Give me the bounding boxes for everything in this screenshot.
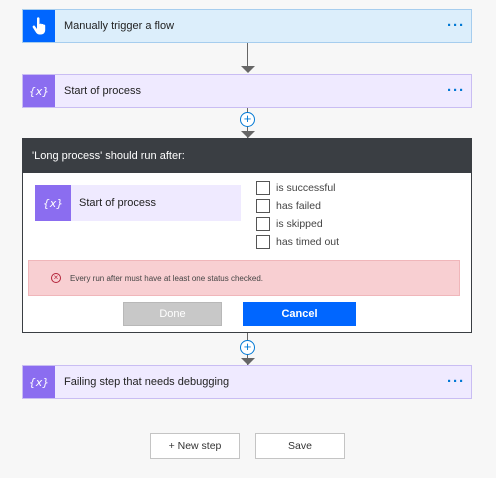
run-after-dialog: 'Long process' should run after: {x} Sta… bbox=[22, 138, 472, 333]
checkbox-box[interactable] bbox=[256, 199, 270, 213]
failing-step-more-menu-button[interactable]: ··· bbox=[441, 374, 471, 389]
has-failed-checkbox[interactable]: has failed bbox=[256, 197, 339, 215]
variable-braces-icon: {x} bbox=[23, 366, 55, 398]
error-message: Every run after must have at least one s… bbox=[70, 273, 263, 283]
reference-step-card: {x} Start of process bbox=[35, 185, 241, 221]
checkbox-label: is skipped bbox=[276, 218, 323, 230]
variable-braces-icon: {x} bbox=[23, 75, 55, 107]
failing-step-card[interactable]: {x} Failing step that needs debugging ··… bbox=[22, 365, 472, 399]
svg-text:{x}: {x} bbox=[30, 85, 48, 98]
trigger-card[interactable]: Manually trigger a flow ··· bbox=[22, 9, 472, 43]
svg-text:{x}: {x} bbox=[30, 376, 48, 389]
is-successful-checkbox[interactable]: is successful bbox=[256, 179, 339, 197]
insert-step-button[interactable]: + bbox=[240, 112, 255, 127]
start-of-process-card[interactable]: {x} Start of process ··· bbox=[22, 74, 472, 108]
trigger-more-menu-button[interactable]: ··· bbox=[441, 18, 471, 33]
checkbox-box[interactable] bbox=[256, 181, 270, 195]
arrow-down-icon bbox=[241, 358, 255, 365]
arrow-down-icon bbox=[241, 131, 255, 138]
checkbox-box[interactable] bbox=[256, 217, 270, 231]
save-button[interactable]: Save bbox=[255, 433, 345, 459]
svg-text:{x}: {x} bbox=[44, 197, 62, 210]
checkbox-box[interactable] bbox=[256, 235, 270, 249]
error-circle-x-icon: × bbox=[51, 273, 61, 283]
trigger-label: Manually trigger a flow bbox=[64, 20, 175, 32]
checkbox-label: has timed out bbox=[276, 236, 340, 248]
variable-braces-icon: {x} bbox=[35, 185, 71, 221]
checkbox-label: has failed bbox=[276, 200, 321, 212]
is-skipped-checkbox[interactable]: is skipped bbox=[256, 215, 339, 233]
hand-pointer-icon bbox=[23, 10, 55, 42]
reference-step-label: Start of process bbox=[79, 197, 157, 209]
validation-error-banner: × Every run after must have at least one… bbox=[28, 260, 460, 296]
dialog-title: 'Long process' should run after: bbox=[23, 139, 471, 173]
cancel-button[interactable]: Cancel bbox=[243, 302, 356, 326]
new-step-button[interactable]: + New step bbox=[150, 433, 240, 459]
has-timed-out-checkbox[interactable]: has timed out bbox=[256, 233, 339, 251]
done-button[interactable]: Done bbox=[123, 302, 222, 326]
insert-step-button[interactable]: + bbox=[240, 340, 255, 355]
status-checkbox-list: is successful has failed is skipped has … bbox=[256, 179, 339, 251]
failing-step-label: Failing step that needs debugging bbox=[64, 376, 230, 388]
start-of-process-more-menu-button[interactable]: ··· bbox=[441, 83, 471, 98]
checkbox-label: is successful bbox=[276, 182, 336, 194]
arrow-down-icon bbox=[241, 66, 255, 73]
start-of-process-label: Start of process bbox=[64, 85, 142, 97]
